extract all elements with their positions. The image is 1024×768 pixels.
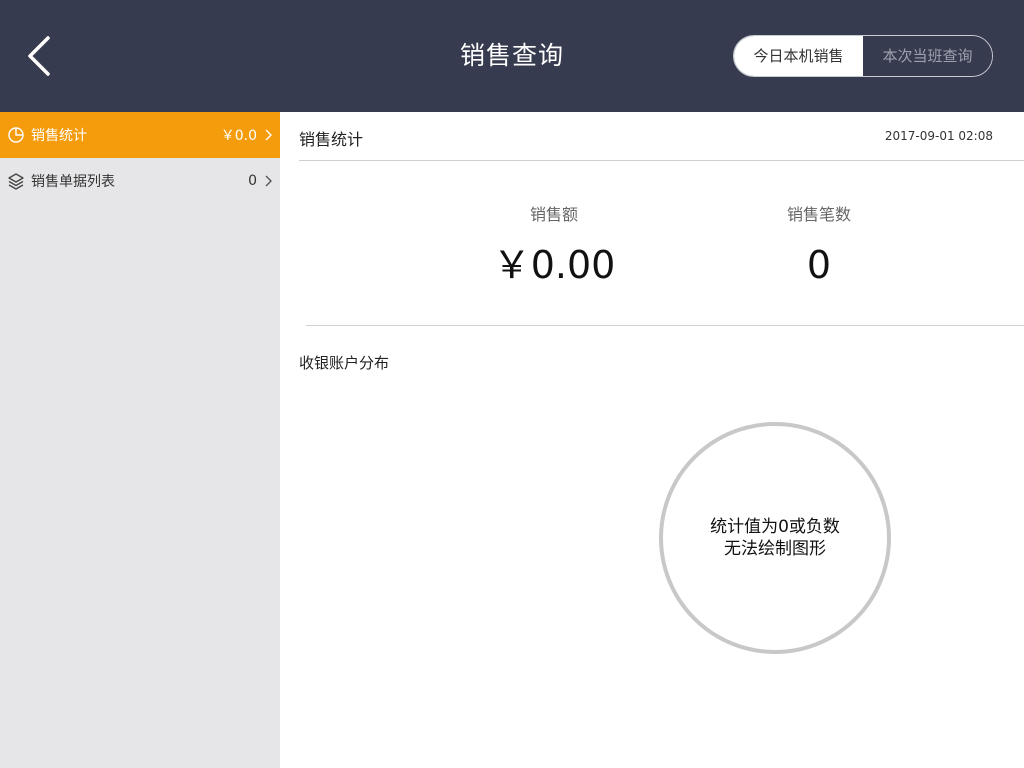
- account-distribution-title: 收银账户分布: [299, 354, 390, 372]
- sales-amount-value: ￥0.00: [492, 243, 616, 287]
- back-button[interactable]: [18, 32, 66, 80]
- empty-chart-message-line1: 统计值为0或负数: [710, 517, 840, 537]
- divider: [299, 160, 1024, 161]
- top-header: 销售查询 今日本机销售 本次当班查询: [0, 0, 1024, 112]
- sidebar-item-sales-stats[interactable]: 销售统计 ￥0.0: [0, 112, 280, 158]
- sidebar-item-value: 0: [248, 173, 257, 189]
- scope-segmented-control: 今日本机销售 本次当班查询: [733, 35, 993, 77]
- sales-amount-stat: 销售额 ￥0.00: [444, 204, 664, 290]
- sales-count-value: 0: [806, 243, 832, 287]
- sidebar: 销售统计 ￥0.0 销售单据列表 0: [0, 112, 280, 768]
- sales-count-stat: 销售笔数 0: [719, 204, 919, 290]
- divider: [306, 325, 1024, 326]
- main-content: 销售统计 2017-09-01 02:08 销售额 ￥0.00 销售笔数 0 收…: [280, 112, 1024, 768]
- sales-amount-label: 销售额: [529, 205, 578, 224]
- sidebar-item-sales-receipts[interactable]: 销售单据列表 0: [0, 158, 280, 204]
- sidebar-item-label: 销售单据列表: [31, 174, 115, 190]
- chevron-right-icon: [263, 128, 273, 142]
- layers-icon: [7, 172, 25, 190]
- timestamp: 2017-09-01 02:08: [884, 129, 993, 143]
- chevron-left-icon: [28, 36, 50, 76]
- tab-current-shift-query[interactable]: 本次当班查询: [863, 36, 992, 76]
- tab-today-local-sales[interactable]: 今日本机销售: [734, 36, 863, 76]
- sales-count-label: 销售笔数: [786, 205, 851, 224]
- sidebar-item-value: ￥0.0: [220, 128, 257, 144]
- empty-chart-message-line2: 无法绘制图形: [724, 539, 826, 559]
- pie-chart-icon: [7, 126, 25, 144]
- chevron-right-icon: [263, 174, 273, 188]
- sidebar-item-label: 销售统计: [31, 128, 87, 144]
- section-title: 销售统计: [299, 130, 364, 149]
- empty-pie-chart: 统计值为0或负数 无法绘制图形: [659, 422, 891, 654]
